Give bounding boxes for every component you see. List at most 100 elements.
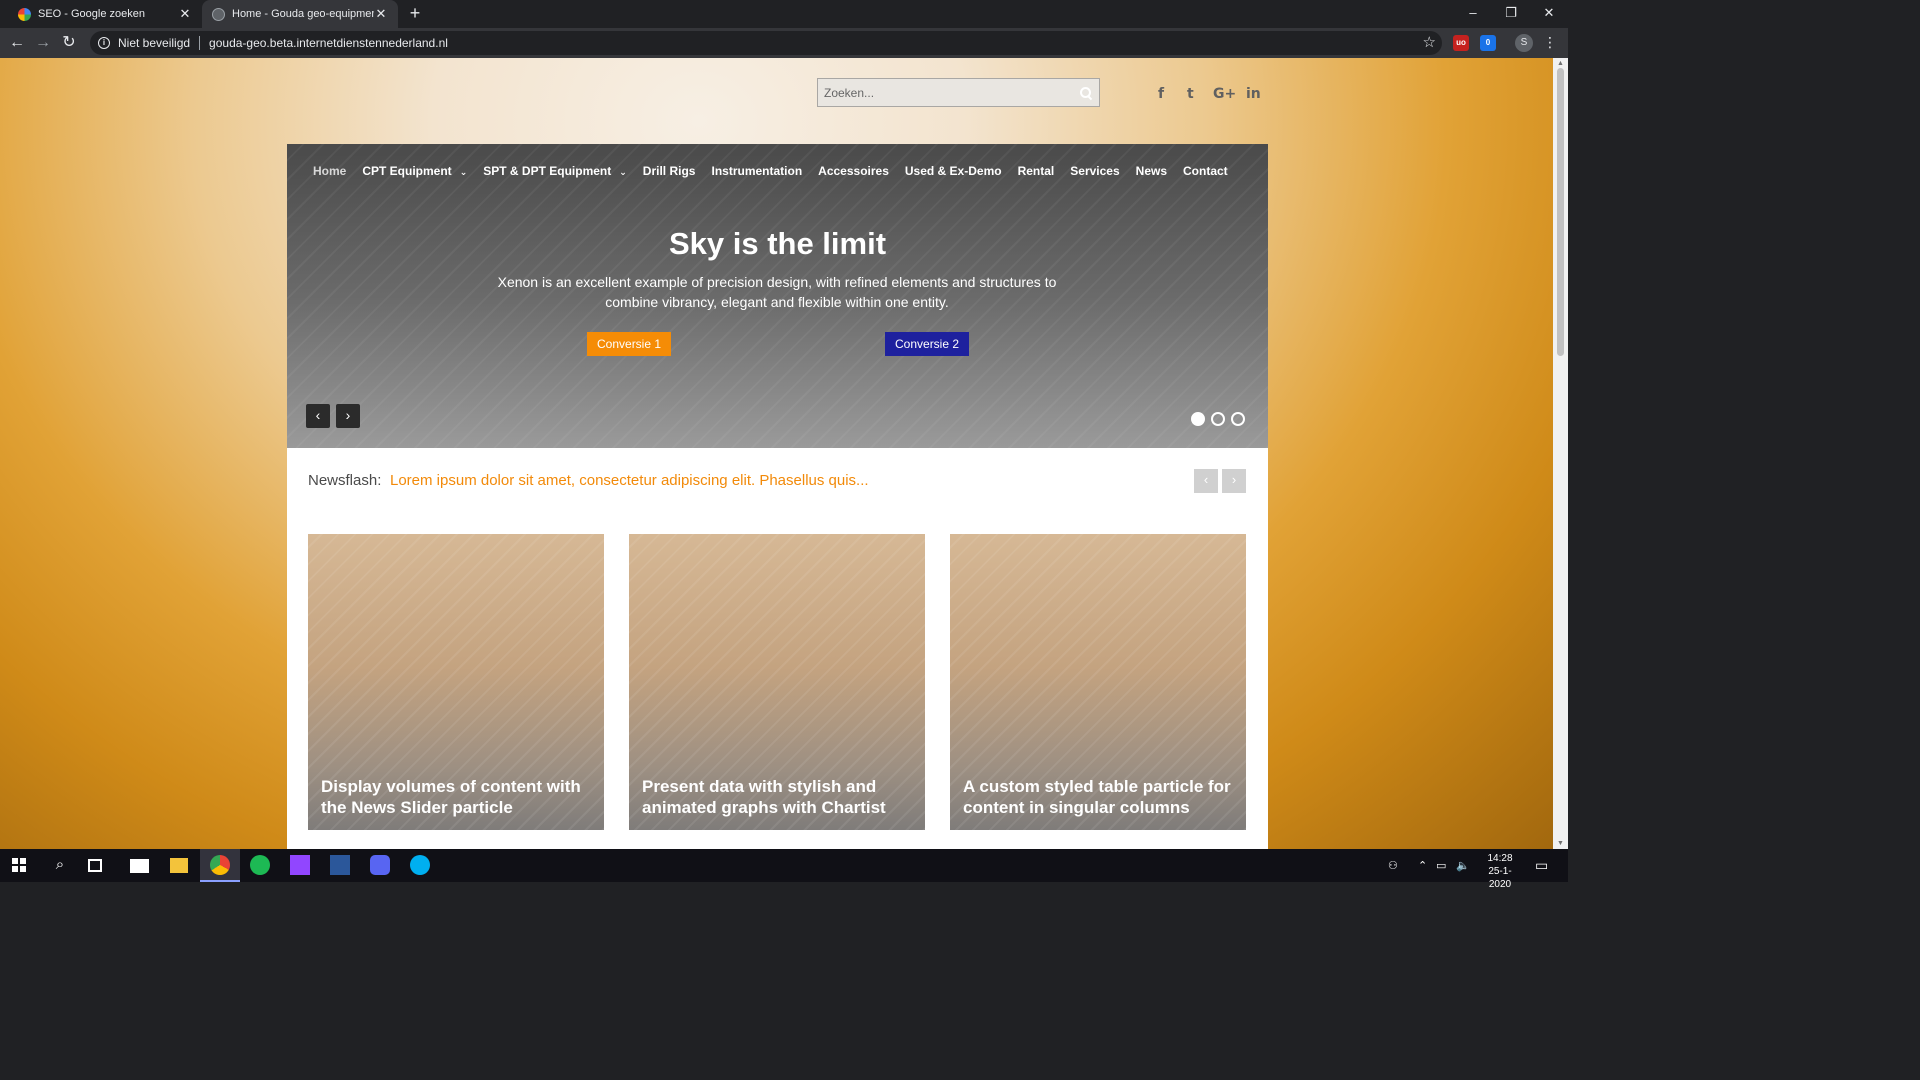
feature-card[interactable]: Display volumes of content with the News… xyxy=(308,534,604,830)
search-box[interactable] xyxy=(817,78,1100,107)
twitter-icon[interactable]: t xyxy=(1187,86,1194,102)
globe-icon xyxy=(212,7,225,21)
browser-tab-bar: SEO - Google zoeken ✕ Home - Gouda geo-e… xyxy=(0,0,1568,28)
windows-taskbar: ⌕ ⚇ ⌃ ▭ 🔈 14:28 25-1-2020 ▭ xyxy=(0,849,1568,890)
menu-item-services[interactable]: Services xyxy=(1070,164,1119,178)
scroll-up-icon[interactable]: ▲ xyxy=(1557,60,1564,67)
security-label[interactable]: Niet beveiligd xyxy=(118,36,190,50)
scroll-down-icon[interactable]: ▼ xyxy=(1557,840,1564,847)
menu-item-accessoires[interactable]: Accessoires xyxy=(818,164,889,178)
back-button[interactable]: ← xyxy=(6,33,28,53)
twitch-icon[interactable] xyxy=(290,855,310,875)
chrome-icon[interactable] xyxy=(210,855,230,875)
page-scrollbar[interactable]: ▲ ▼ xyxy=(1553,58,1568,849)
taskbar-clock[interactable]: 14:28 25-1-2020 xyxy=(1478,852,1522,891)
file-explorer-icon[interactable] xyxy=(170,858,188,873)
volume-icon[interactable]: 🔈 xyxy=(1456,859,1470,872)
menu-item-rental[interactable]: Rental xyxy=(1018,164,1055,178)
forward-button[interactable]: → xyxy=(32,33,54,53)
profile-avatar[interactable]: S xyxy=(1515,34,1533,52)
search-icon[interactable] xyxy=(1079,86,1093,100)
chevron-up-icon[interactable]: ⌃ xyxy=(1418,859,1427,872)
feature-card[interactable]: A custom styled table particle for conte… xyxy=(950,534,1246,830)
newsflash-next-button[interactable]: › xyxy=(1222,469,1246,493)
hero-slider: Home CPT Equipment ⌄ SPT & DPT Equipment ⌄ Dr… xyxy=(287,144,1268,448)
skype-icon[interactable] xyxy=(410,855,430,875)
restore-button[interactable]: ❐ xyxy=(1492,0,1530,28)
network-icon[interactable]: ▭ xyxy=(1436,859,1446,872)
clock-date: 25-1-2020 xyxy=(1488,866,1512,890)
ublock-extension-icon[interactable]: uo xyxy=(1453,35,1469,51)
word-icon[interactable] xyxy=(330,855,350,875)
info-icon[interactable]: i xyxy=(98,37,110,49)
close-tab-icon[interactable]: ✕ xyxy=(374,6,388,22)
chevron-down-icon: ⌄ xyxy=(619,167,627,177)
tab-title: Home - Gouda geo-equipment b xyxy=(232,8,374,20)
browser-toolbar: ← → ↻ i Niet beveiligd gouda-geo.beta.in… xyxy=(0,28,1568,58)
main-menu: Home CPT Equipment ⌄ SPT & DPT Equipment ⌄ Dr… xyxy=(313,164,1228,178)
mail-icon[interactable] xyxy=(130,859,149,873)
menu-kebab-icon[interactable]: ⋮ xyxy=(1543,33,1557,51)
menu-item-label: Instrumentation xyxy=(711,164,803,178)
close-tab-icon[interactable]: ✕ xyxy=(178,6,192,22)
extension-badge: 0 xyxy=(1485,38,1491,47)
slider-next-button[interactable]: › xyxy=(336,404,360,428)
people-icon[interactable]: ⚇ xyxy=(1388,859,1398,872)
menu-item-label: Contact xyxy=(1183,164,1228,178)
conversie-2-button[interactable]: Conversie 2 xyxy=(885,332,970,356)
slider-prev-button[interactable]: ‹ xyxy=(306,404,330,428)
googleplus-icon[interactable]: G+ xyxy=(1213,86,1236,102)
feature-card[interactable]: Present data with stylish and animated g… xyxy=(629,534,925,830)
menu-item-used-ex-demo[interactable]: Used & Ex-Demo xyxy=(905,164,1002,178)
search-input[interactable] xyxy=(824,85,1079,100)
menu-item-news[interactable]: News xyxy=(1136,164,1167,178)
card-caption[interactable]: A custom styled table particle for conte… xyxy=(963,776,1238,818)
menu-item-label: Used & Ex-Demo xyxy=(904,164,1002,178)
spotify-icon[interactable] xyxy=(250,855,270,875)
extension-icon[interactable]: 0 xyxy=(1480,35,1496,51)
close-window-button[interactable]: ✕ xyxy=(1530,0,1568,28)
discord-icon[interactable] xyxy=(370,855,390,875)
conversie-1-button[interactable]: Conversie 1 xyxy=(587,332,672,356)
menu-item-home[interactable]: Home xyxy=(313,164,346,178)
reload-button[interactable]: ↻ xyxy=(58,33,80,53)
hero-text: Xenon is an excellent example of precisi… xyxy=(497,274,1057,310)
menu-item-label: Drill Rigs xyxy=(642,164,696,178)
task-view-icon[interactable] xyxy=(88,859,102,872)
notification-icon[interactable]: ▭ xyxy=(1535,857,1548,874)
tab-home-gouda[interactable]: Home - Gouda geo-equipment b ✕ xyxy=(202,0,398,28)
menu-item-instrumentation[interactable]: Instrumentation xyxy=(711,164,802,178)
search-icon[interactable]: ⌕ xyxy=(50,855,70,875)
windows-start-icon[interactable] xyxy=(12,858,26,872)
slider-dot[interactable] xyxy=(1191,412,1205,426)
address-bar[interactable]: i Niet beveiligd gouda-geo.beta.internet… xyxy=(90,31,1442,55)
menu-item-label: CPT Equipment xyxy=(362,164,452,178)
menu-item-label: Services xyxy=(1070,164,1120,178)
slider-dot[interactable] xyxy=(1231,412,1245,426)
chevron-down-icon: ⌄ xyxy=(459,167,468,177)
tab-seo-google[interactable]: SEO - Google zoeken ✕ xyxy=(8,0,202,28)
scrollbar-thumb[interactable] xyxy=(1557,68,1564,356)
menu-item-drill-rigs[interactable]: Drill Rigs xyxy=(643,164,696,178)
menu-item-label: Home xyxy=(313,164,347,178)
menu-item-label: SPT & DPT Equipment xyxy=(483,164,612,178)
divider xyxy=(199,36,201,50)
linkedin-icon[interactable]: in xyxy=(1246,86,1261,102)
hero-title: Sky is the limit xyxy=(668,226,887,261)
menu-item-spt-dpt-equipment[interactable]: SPT & DPT Equipment ⌄ xyxy=(483,164,627,178)
card-caption[interactable]: Present data with stylish and animated g… xyxy=(642,776,917,818)
url-text[interactable]: gouda-geo.beta.internetdienstennederland… xyxy=(209,36,448,50)
newsflash-prev-button[interactable]: ‹ xyxy=(1194,469,1218,493)
menu-item-label: Accessoires xyxy=(818,164,889,178)
page-viewport: f t G+ in HomeCPT Equipment⌄SPT & DPT Eq… xyxy=(0,58,1553,849)
menu-item-contact[interactable]: Contact xyxy=(1183,164,1228,178)
google-icon xyxy=(18,7,31,21)
slider-dot[interactable] xyxy=(1211,412,1225,426)
menu-item-cpt-equipment[interactable]: CPT Equipment ⌄ xyxy=(362,164,467,178)
new-tab-button[interactable]: + xyxy=(404,3,426,25)
card-caption[interactable]: Display volumes of content with the News… xyxy=(321,776,596,818)
newsflash-link[interactable]: Lorem ipsum dolor sit amet, consectetur … xyxy=(390,472,869,489)
facebook-icon[interactable]: f xyxy=(1158,86,1164,102)
minimize-button[interactable]: – xyxy=(1454,0,1492,28)
bookmark-star-icon[interactable]: ☆ xyxy=(1423,33,1436,51)
